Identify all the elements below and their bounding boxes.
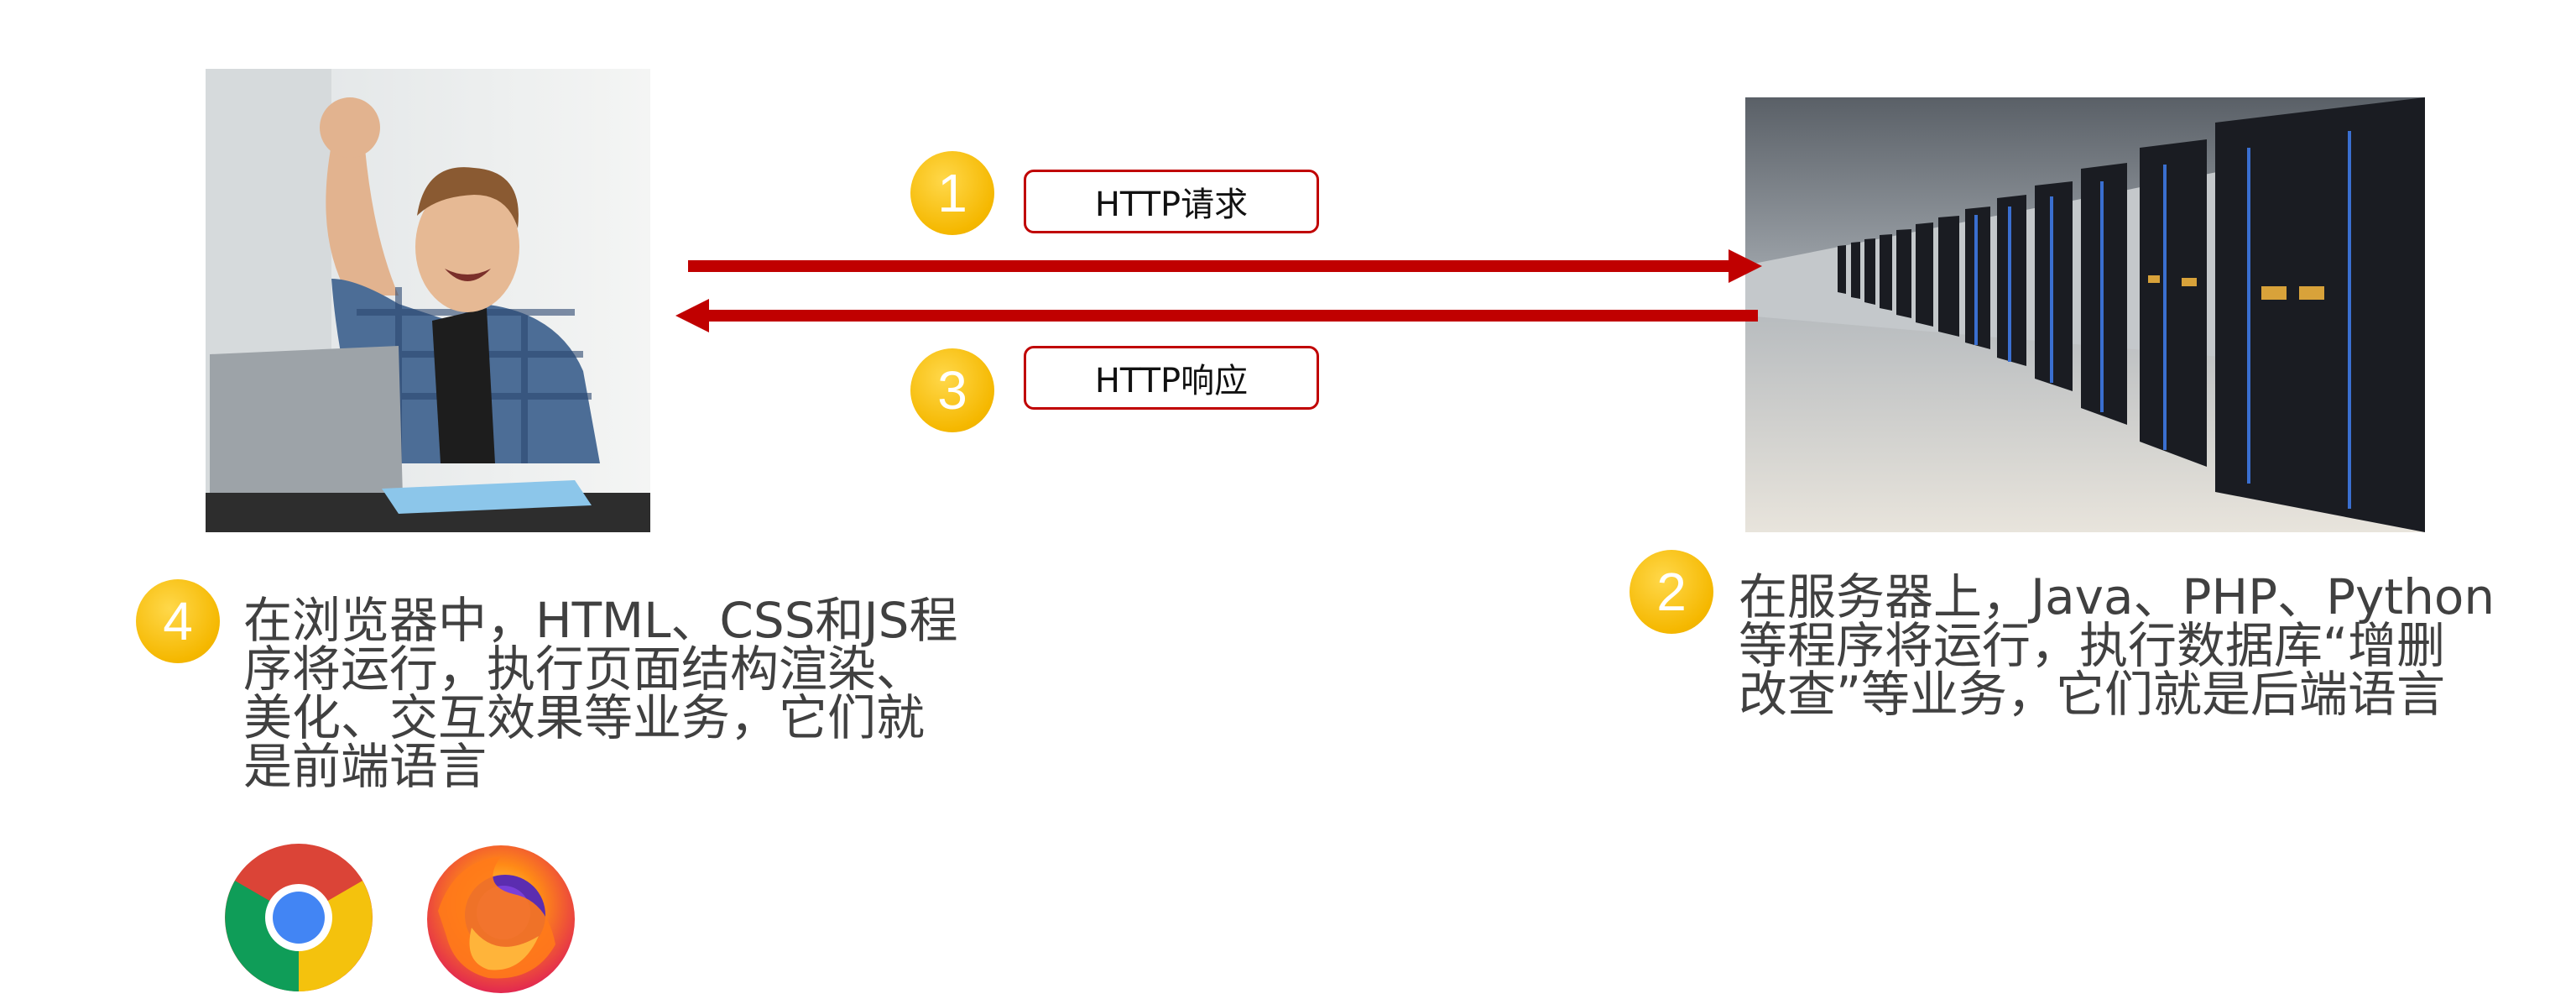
request-arrow <box>688 260 1733 272</box>
step-2-badge: 2 <box>1630 550 1713 634</box>
request-arrow-head <box>1729 249 1762 283</box>
firefox-icon <box>427 845 575 993</box>
data-center-photo <box>1745 97 2425 532</box>
response-arrow-head <box>675 299 709 332</box>
user-with-laptop-photo <box>206 69 650 532</box>
frontend-description: 在浏览器中，HTML、CSS和JS程 序将运行，执行页面结构渲染、 美化、交互效… <box>243 592 958 795</box>
step-3-badge: 3 <box>910 348 994 432</box>
step-4-badge: 4 <box>136 579 220 663</box>
step-1-badge: 1 <box>910 151 994 235</box>
http-request-label: HTTP请求 <box>1024 170 1319 233</box>
http-response-label: HTTP响应 <box>1024 346 1319 410</box>
backend-description: 在服务器上，Java、PHP、Python 等程序将运行，执行数据库“增删 改查… <box>1739 568 2495 723</box>
response-arrow <box>707 310 1758 322</box>
chrome-icon <box>225 844 373 991</box>
